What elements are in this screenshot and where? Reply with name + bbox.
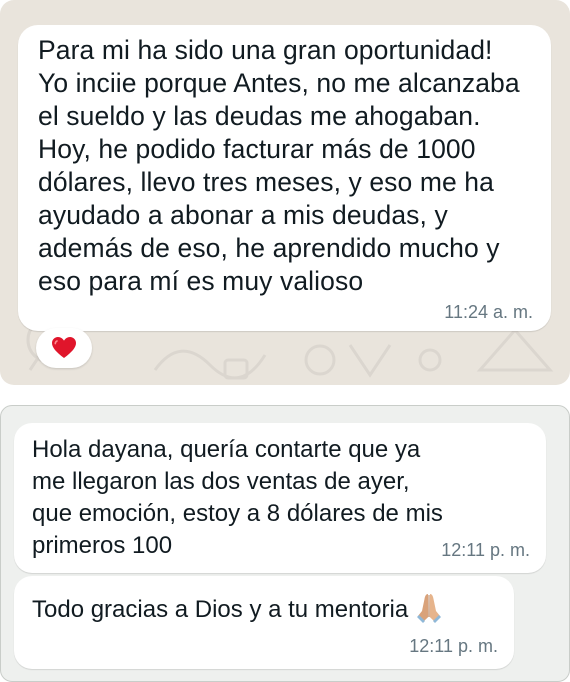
message-text: Todo gracias a Dios y a tu mentoria — [32, 591, 496, 632]
message-line: que emoción, estoy a 8 dólares de mis — [32, 500, 443, 527]
message-line: Yo inciie porque Antes, no me alcanzaba — [38, 68, 520, 98]
message-line: Hoy, he podido facturar más de 1000 — [38, 134, 476, 164]
message-line: además de eso, he aprendido mucho y — [38, 233, 500, 263]
chat-screenshot-top: Para mi ha sido una gran oportunidad! Yo… — [0, 0, 570, 385]
message-line: Todo gracias a Dios y a tu mentoria — [32, 596, 409, 623]
message-line: ayudado a abonar a mis deudas, y — [38, 200, 448, 230]
red-heart-icon — [52, 337, 76, 358]
message-timestamp: 12:11 p. m. — [441, 540, 530, 560]
incoming-message-bubble[interactable]: Para mi ha sido una gran oportunidad! Yo… — [18, 25, 551, 331]
wallpaper-doodle-icon — [304, 344, 442, 378]
message-line: me llegaron las dos ventas de ayer, — [32, 468, 410, 495]
message-line: Hola dayana, quería contarte que ya — [32, 436, 421, 463]
incoming-message-bubble[interactable]: Hola dayana, quería contarte que ya me l… — [14, 423, 546, 573]
message-line: Para mi ha sido una gran oportunidad! — [38, 35, 493, 65]
message-timestamp: 12:11 p. m. — [409, 636, 498, 656]
message-line: el sueldo y las deudas me ahogaban. — [38, 101, 481, 131]
message-reaction[interactable] — [36, 328, 92, 368]
message-timestamp: 11:24 a. m. — [444, 302, 533, 322]
message-line: dólares, llevo tres meses, y eso me ha — [38, 167, 494, 197]
wallpaper-doodle-icon — [153, 349, 267, 380]
incoming-message-bubble[interactable]: Todo gracias a Dios y a tu mentoria 12:1… — [14, 576, 514, 669]
folded-hands-icon — [414, 591, 444, 632]
chat-screenshot-bottom: Hola dayana, quería contarte que ya me l… — [0, 405, 570, 682]
message-line: eso para mí es muy valioso — [38, 266, 364, 296]
message-text: Para mi ha sido una gran oportunidad! Yo… — [38, 34, 531, 298]
